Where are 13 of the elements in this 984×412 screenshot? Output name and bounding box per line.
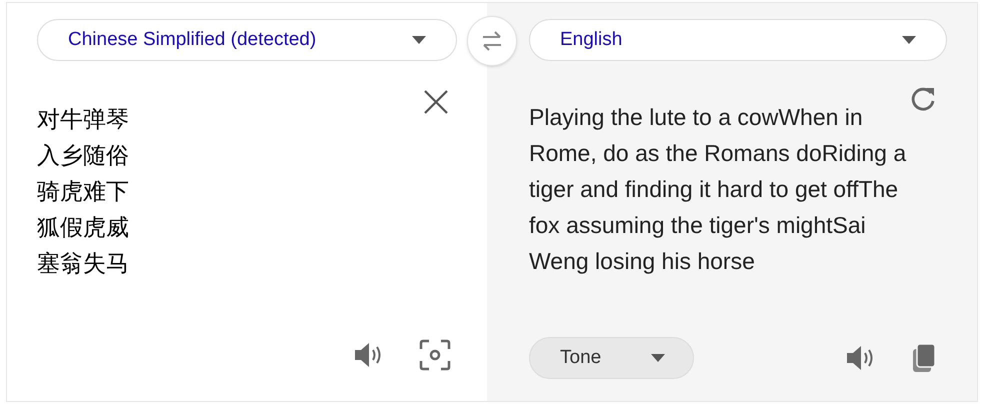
camera-scan-icon[interactable]	[419, 339, 451, 371]
copy-icon[interactable]	[911, 343, 937, 373]
caret-icon	[902, 36, 916, 44]
swap-icon	[481, 31, 503, 51]
translation-text: Playing the lute to a cowWhen in Rome, do as the Romans doRiding a tiger and finding it hard to get offThe fox assuming the tiger's mightSai Weng losing his horse	[529, 103, 908, 276]
refresh-icon[interactable]	[909, 85, 937, 113]
source-language-dropdown[interactable]: Chinese Simplified (detected)	[37, 19, 457, 61]
caret-icon	[412, 36, 426, 44]
caret-icon	[651, 354, 665, 362]
tone-dropdown[interactable]: Tone	[529, 337, 694, 379]
source-text-field[interactable]: 对牛弹琴 入乡随俗 骑虎难下 狐假虎威 塞翁失马	[37, 101, 423, 281]
target-language-dropdown[interactable]: English	[529, 19, 947, 61]
close-icon[interactable]	[423, 89, 449, 115]
